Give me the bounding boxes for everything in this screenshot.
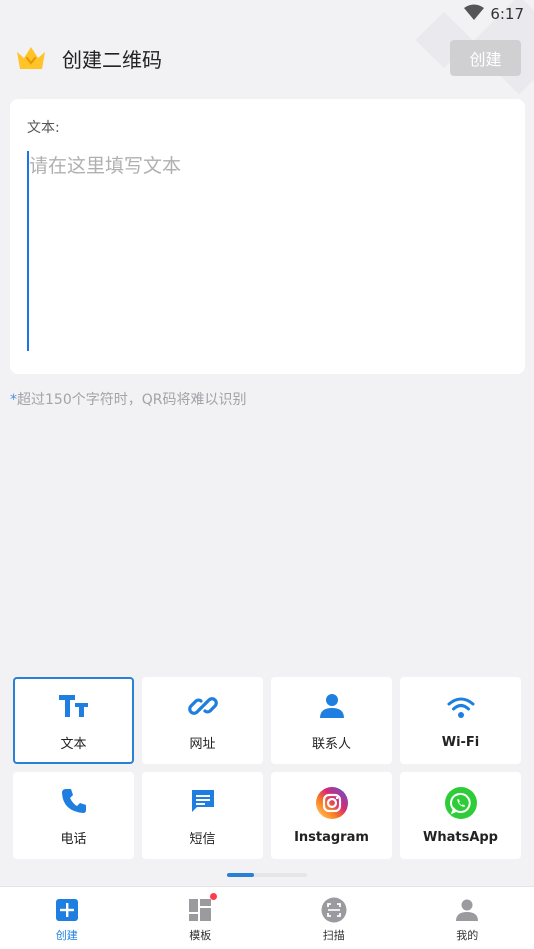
page-indicator-active (227, 873, 254, 877)
type-label: WhatsApp (423, 830, 498, 845)
page-indicator (227, 873, 307, 877)
plus-square-icon (54, 897, 80, 923)
nav-create[interactable]: 创建 (0, 887, 134, 949)
message-icon (186, 784, 220, 818)
nav-label: 我的 (456, 929, 479, 942)
type-tile-phone[interactable]: 电话 (13, 772, 134, 859)
type-tile-instagram[interactable]: Instagram (271, 772, 392, 859)
nav-scan[interactable]: 扫描 (267, 887, 401, 949)
nav-label: 创建 (55, 929, 78, 942)
create-button[interactable]: 创建 (450, 40, 521, 76)
type-label: 联系人 (311, 737, 351, 752)
type-tile-sms[interactable]: 短信 (142, 772, 263, 859)
type-label: Instagram (294, 830, 369, 845)
app-header: 创建二维码 创建 (0, 38, 534, 78)
text-format-icon (57, 689, 91, 723)
page-title: 创建二维码 (62, 47, 162, 72)
notification-badge (210, 893, 218, 900)
wifi-icon (444, 691, 478, 725)
hint-star: * (10, 392, 17, 408)
character-limit-hint: *超过150个字符时，QR码将难以识别 (10, 389, 246, 409)
text-input[interactable] (27, 151, 508, 351)
type-tile-wifi[interactable]: Wi-Fi (400, 677, 521, 764)
text-editor-card: 文本: (10, 99, 525, 374)
template-grid-icon (187, 893, 218, 923)
type-tile-url[interactable]: 网址 (142, 677, 263, 764)
type-tile-text[interactable]: 文本 (13, 677, 134, 764)
scan-icon (321, 897, 347, 923)
crown-icon[interactable] (14, 41, 48, 75)
phone-icon (57, 784, 91, 818)
nav-profile[interactable]: 我的 (401, 887, 534, 949)
type-label: Wi-Fi (441, 735, 480, 750)
status-bar: 6:17 (0, 0, 534, 28)
qr-type-grid: 文本 网址 联系人 Wi-Fi 电话 短信 Instagram WhatsApp (13, 677, 521, 859)
person-icon (315, 689, 349, 723)
nav-label: 模板 (189, 929, 212, 942)
whatsapp-icon (444, 786, 478, 820)
type-tile-whatsapp[interactable]: WhatsApp (400, 772, 521, 859)
wifi-status-icon (464, 4, 485, 24)
status-time: 6:17 (490, 5, 524, 23)
instagram-icon (315, 786, 349, 820)
type-label: 文本 (60, 737, 87, 752)
profile-icon (454, 897, 480, 923)
type-label: 短信 (189, 832, 216, 847)
type-label: 电话 (60, 832, 87, 847)
type-label: 网址 (189, 737, 216, 752)
link-icon (186, 689, 220, 723)
type-tile-contact[interactable]: 联系人 (271, 677, 392, 764)
nav-templates[interactable]: 模板 (134, 887, 268, 949)
hint-text: 超过150个字符时，QR码将难以识别 (17, 392, 247, 408)
bottom-navigation: 创建 模板 扫描 我的 (0, 886, 534, 949)
text-field-label: 文本: (27, 120, 60, 136)
nav-label: 扫描 (322, 929, 345, 942)
